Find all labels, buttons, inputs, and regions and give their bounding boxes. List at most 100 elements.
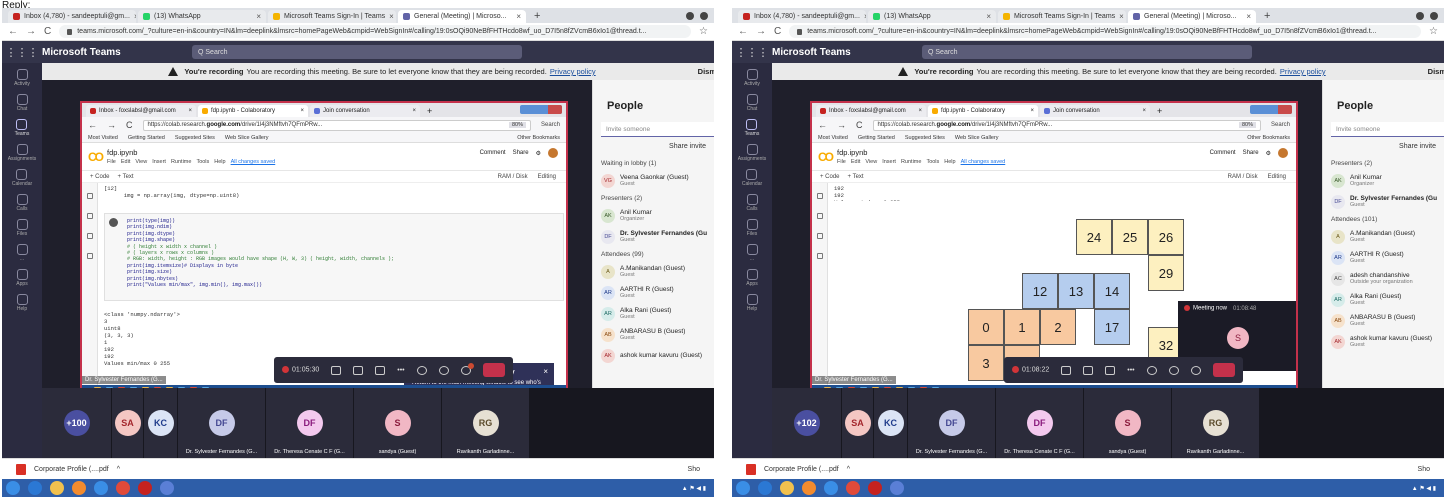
participant-tile[interactable]: DF Dr. Sylvester Fernandes (G... xyxy=(908,388,996,458)
forward-icon[interactable]: → xyxy=(26,26,36,37)
reload-icon[interactable]: C xyxy=(44,26,51,37)
browser-tab[interactable]: Microsoft Teams Sign-In | Teams × xyxy=(998,10,1126,23)
browser-tab[interactable]: General (Meeting) | Microso... × xyxy=(398,10,526,23)
app-launcher-icon[interactable]: ⋮⋮⋮ xyxy=(2,46,42,59)
rail-item-calls[interactable]: Calls xyxy=(16,194,28,212)
rail-item-apps[interactable]: Apps xyxy=(746,269,758,287)
browser-tab[interactable]: Inbox (4,780) - sandeeptuli@gm... × xyxy=(738,10,866,23)
close-icon[interactable]: × xyxy=(1119,12,1124,21)
hang-up-button[interactable] xyxy=(482,363,505,377)
taskbar-app-icon[interactable] xyxy=(160,481,174,495)
browser-tab[interactable]: (13) WhatsApp × xyxy=(138,10,266,23)
person-row[interactable]: AB ANBARASU B (Guest) Guest xyxy=(601,324,714,345)
close-icon[interactable]: × xyxy=(864,12,866,21)
participant-tile[interactable]: Ssandya (Guest) xyxy=(354,388,442,458)
taskbar-app-icon[interactable] xyxy=(72,481,86,495)
participant-tile[interactable]: RG Ravikanth Garladinne... xyxy=(442,388,530,458)
rail-item-assignments[interactable]: Assignments xyxy=(8,144,36,162)
search-input[interactable]: Q Search xyxy=(922,45,1252,59)
camera-off-icon[interactable] xyxy=(331,365,342,375)
rail-item-activity[interactable]: Activity xyxy=(744,69,760,87)
person-row[interactable]: AB ANBARASU B (Guest) Guest xyxy=(1331,310,1444,331)
person-row[interactable]: DF Dr. Sylvester Fernandes (Gu Guest xyxy=(1331,191,1444,212)
raise-hand-icon[interactable] xyxy=(416,365,427,375)
show-all-button[interactable]: Sho xyxy=(688,466,700,473)
taskbar-app-icon[interactable] xyxy=(890,481,904,495)
rail-item-help[interactable]: Help xyxy=(746,294,758,312)
menu-icon[interactable] xyxy=(700,11,708,20)
url-field[interactable]: teams.microsoft.com/_?culture=en-in&coun… xyxy=(789,25,1422,38)
search-input[interactable]: Q Search xyxy=(192,45,522,59)
show-all-button[interactable]: Sho xyxy=(1418,466,1430,473)
rail-item-calls[interactable]: Calls xyxy=(746,194,758,212)
rail-item-assignments[interactable]: Assignments xyxy=(738,144,766,162)
chat-icon[interactable] xyxy=(438,365,449,375)
taskbar-app-icon[interactable] xyxy=(802,481,816,495)
mic-off-icon[interactable] xyxy=(353,365,364,375)
taskbar-app-icon[interactable] xyxy=(116,481,130,495)
people-section-header[interactable]: Attendees (101) xyxy=(1331,216,1444,223)
participant-tile[interactable]: DF Dr. Theresa Cenate C F (G... xyxy=(266,388,354,458)
chat-icon[interactable] xyxy=(1168,365,1179,375)
browser-tab[interactable]: Inbox (4,780) - sandeeptuli@gm... × xyxy=(8,10,136,23)
people-section-header[interactable]: Presenters (2) xyxy=(1331,160,1444,167)
download-filename[interactable]: Corporate Profile (....pdf xyxy=(764,466,839,473)
person-row[interactable]: DF Dr. Sylvester Fernandes (Gu Guest xyxy=(601,226,714,247)
share-screen-icon[interactable] xyxy=(1105,365,1116,375)
close-icon[interactable]: × xyxy=(543,368,548,376)
download-filename[interactable]: Corporate Profile (....pdf xyxy=(34,466,109,473)
taskbar-app-icon[interactable] xyxy=(94,481,108,495)
rail-item-help[interactable]: Help xyxy=(16,294,28,312)
profile-icon[interactable] xyxy=(686,11,694,20)
taskbar-app-icon[interactable] xyxy=(138,481,152,495)
people-icon[interactable] xyxy=(460,362,474,375)
taskbar-app-icon[interactable] xyxy=(780,481,794,495)
privacy-policy-link[interactable]: Privacy policy xyxy=(550,67,596,76)
menu-icon[interactable] xyxy=(1430,11,1438,20)
people-icon[interactable] xyxy=(1190,365,1201,375)
app-launcher-icon[interactable]: ⋮⋮⋮ xyxy=(732,46,772,59)
new-tab-icon[interactable]: + xyxy=(528,10,546,23)
person-row[interactable]: AK Anil Kumar Organizer xyxy=(601,205,714,226)
back-icon[interactable]: ← xyxy=(738,26,748,37)
person-row[interactable]: AK Anil Kumar Organizer xyxy=(1331,170,1444,191)
taskbar-app-icon[interactable] xyxy=(6,481,20,495)
chevron-up-icon[interactable]: ^ xyxy=(117,466,120,473)
taskbar-app-icon[interactable] xyxy=(846,481,860,495)
person-row[interactable]: AR AARTHI R (Guest) Guest xyxy=(601,282,714,303)
browser-tab[interactable]: Microsoft Teams Sign-In | Teams × xyxy=(268,10,396,23)
share-invite-button[interactable]: Share invite xyxy=(1331,137,1444,156)
person-row[interactable]: AR AARTHI R (Guest) Guest xyxy=(1331,247,1444,268)
person-row[interactable]: AR Alka Rani (Guest) Guest xyxy=(601,303,714,324)
mic-off-icon[interactable] xyxy=(1083,365,1094,375)
close-icon[interactable]: × xyxy=(389,12,394,21)
rail-item-files[interactable]: Files xyxy=(16,219,28,237)
person-row[interactable]: A A.Manikandan (Guest) Guest xyxy=(1331,226,1444,247)
share-invite-button[interactable]: Share invite xyxy=(601,137,714,156)
raise-hand-icon[interactable] xyxy=(1146,365,1157,375)
chevron-up-icon[interactable]: ^ xyxy=(847,466,850,473)
rail-item-calendar[interactable]: Calendar xyxy=(12,169,32,187)
profile-icon[interactable] xyxy=(1416,11,1424,20)
privacy-policy-link[interactable]: Privacy policy xyxy=(1280,67,1326,76)
close-icon[interactable]: × xyxy=(516,12,521,21)
new-tab-icon[interactable]: + xyxy=(1258,10,1276,23)
bookmark-star-icon[interactable]: ☆ xyxy=(699,26,708,37)
forward-icon[interactable]: → xyxy=(756,26,766,37)
rail-item-apps[interactable]: Apps xyxy=(16,269,28,287)
rail-item-[interactable]: ... xyxy=(746,244,758,262)
close-icon[interactable]: × xyxy=(256,12,261,21)
url-field[interactable]: teams.microsoft.com/_?culture=en-in&coun… xyxy=(59,25,692,38)
participant-tile[interactable]: DF Dr. Sylvester Fernandes (G... xyxy=(178,388,266,458)
invite-input[interactable]: Invite someone xyxy=(1331,122,1444,137)
participant-tile[interactable]: Ssandya (Guest) xyxy=(1084,388,1172,458)
participant-tile[interactable]: SA xyxy=(842,388,874,458)
rail-item-chat[interactable]: Chat xyxy=(746,94,758,112)
rail-item-files[interactable]: Files xyxy=(746,219,758,237)
person-row[interactable]: A A.Manikandan (Guest) Guest xyxy=(601,261,714,282)
back-icon[interactable]: ← xyxy=(8,26,18,37)
taskbar-app-icon[interactable] xyxy=(758,481,772,495)
close-icon[interactable]: × xyxy=(1246,12,1251,21)
people-section-header[interactable]: Waiting in lobby (1) xyxy=(601,160,714,167)
participant-tile[interactable]: SA xyxy=(112,388,144,458)
